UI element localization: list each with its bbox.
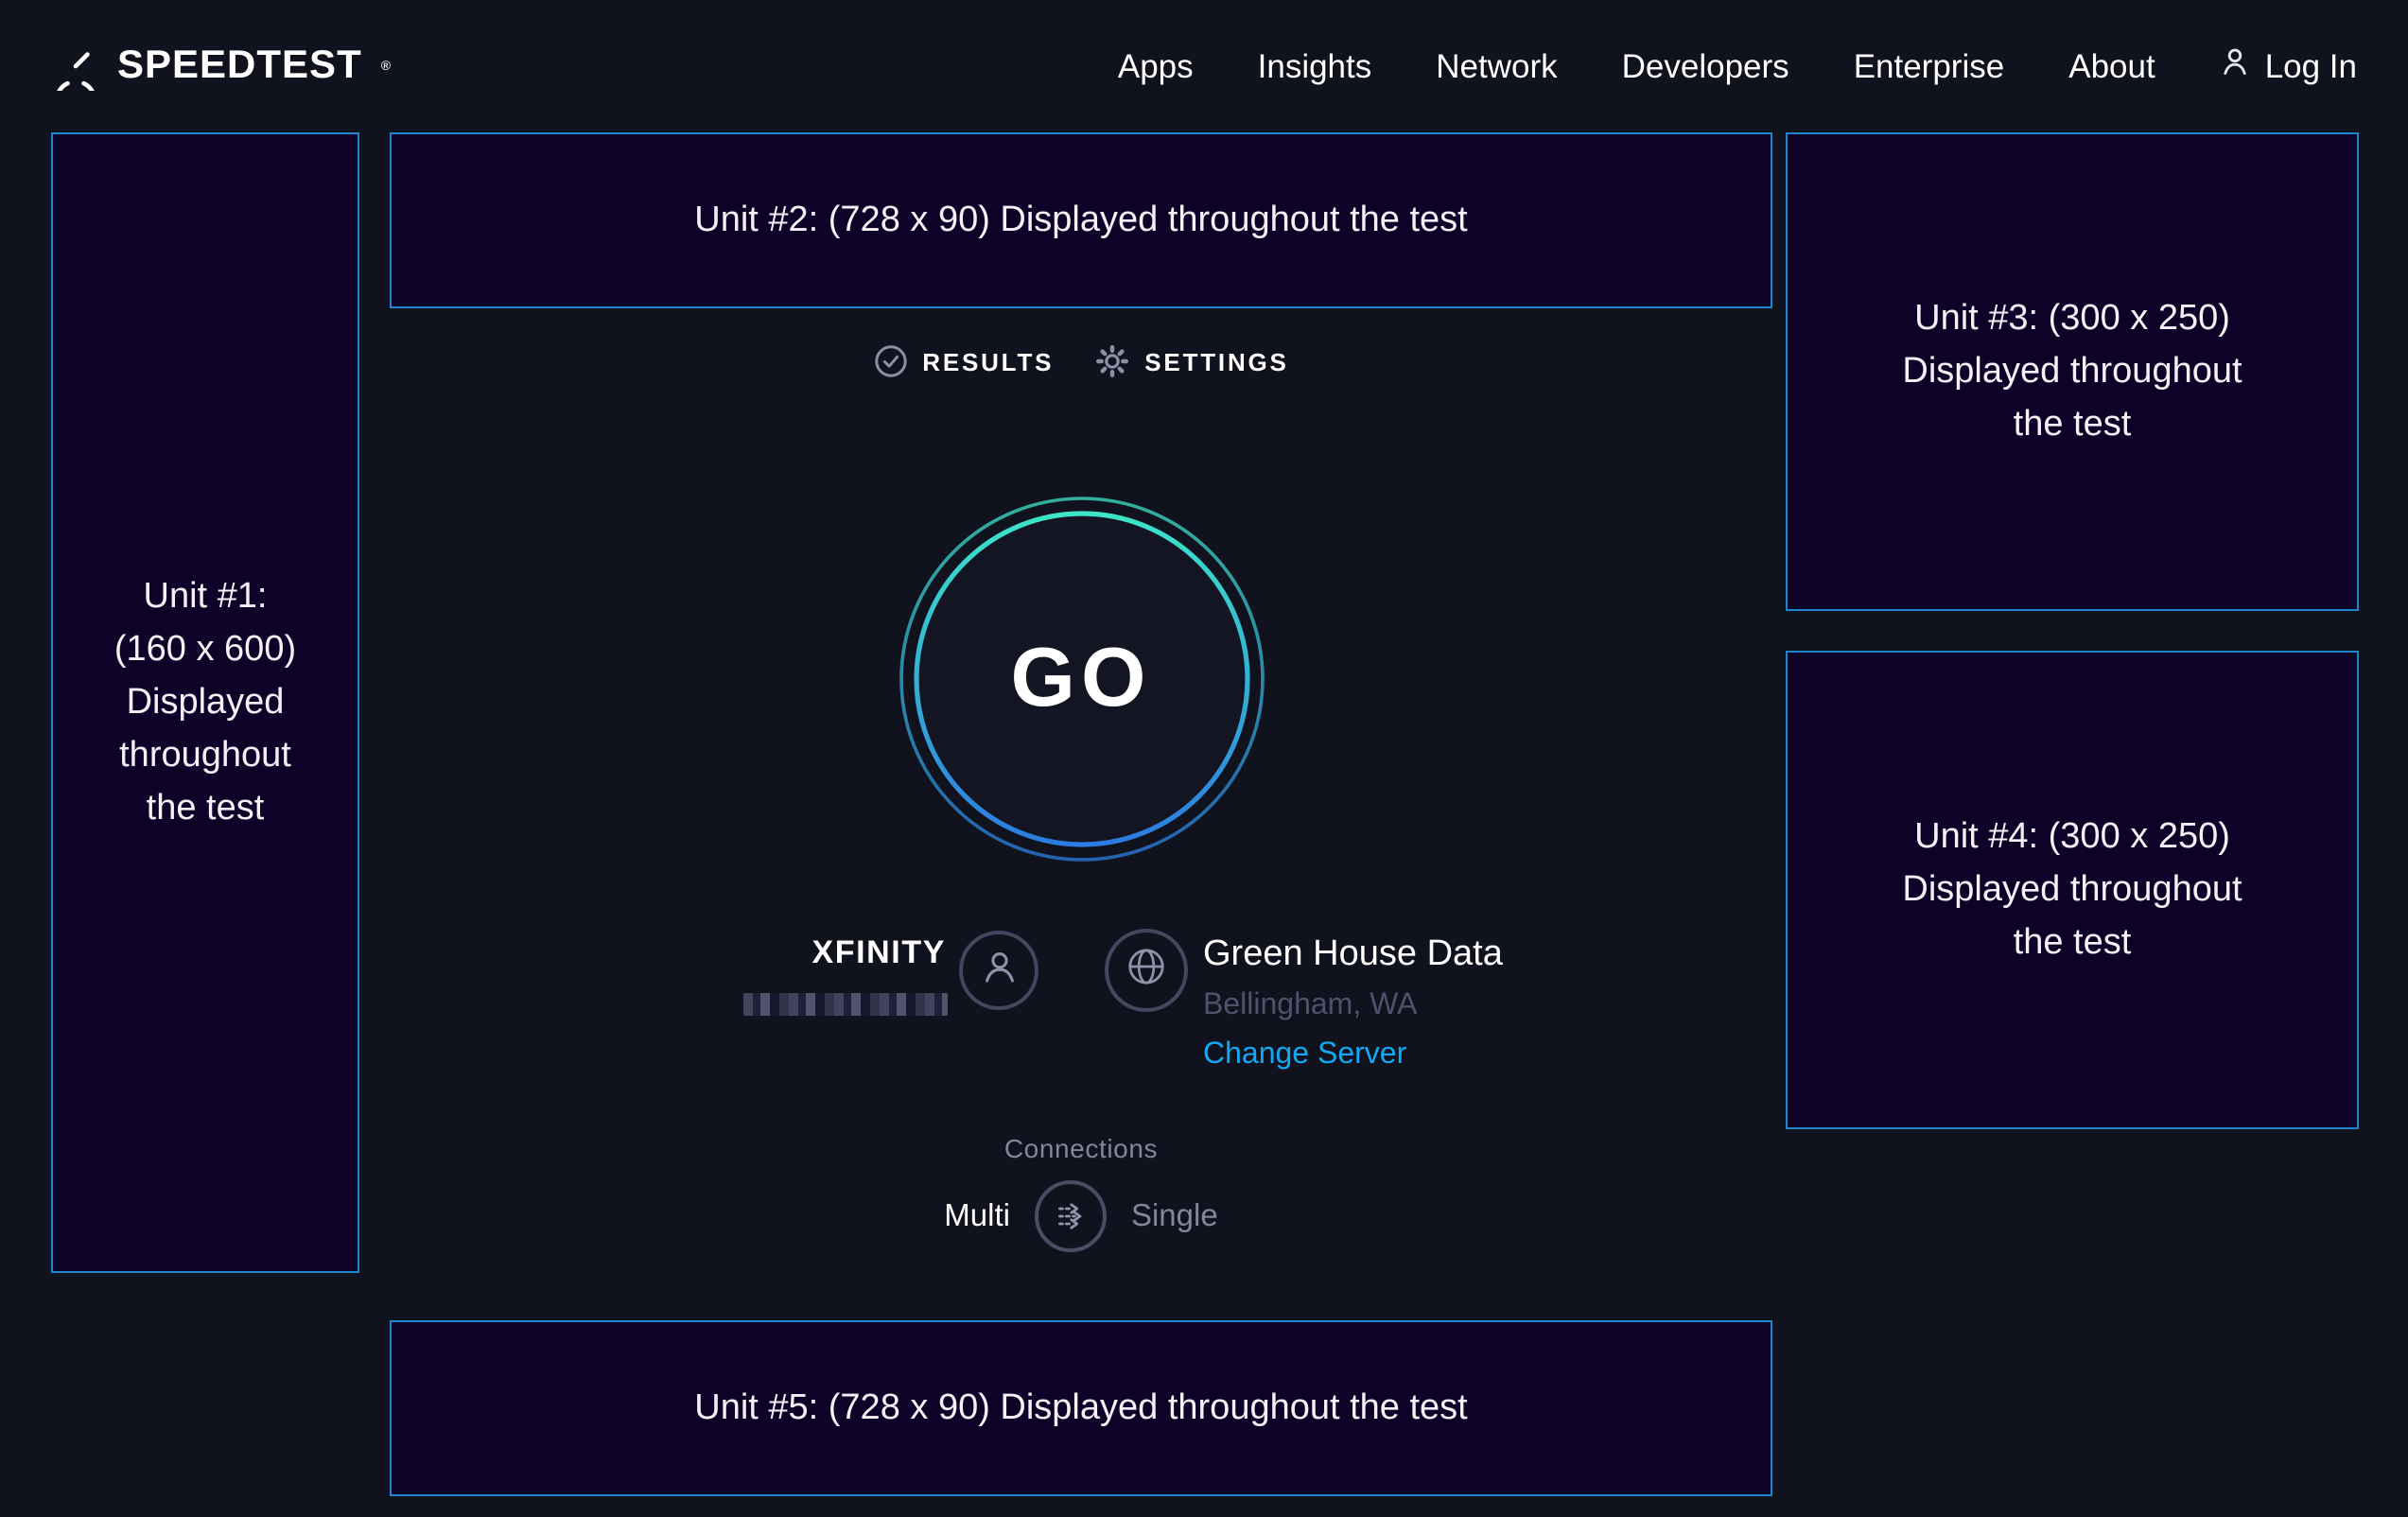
ad-text-line: (160 x 600) — [114, 623, 296, 676]
trademark-mark: ® — [381, 60, 392, 73]
gear-icon — [1095, 344, 1129, 378]
ad-text-line: the test — [2014, 398, 2132, 451]
connection-info-row: XFINITY Green — [390, 929, 1772, 1084]
user-icon — [2220, 45, 2252, 87]
nav-item-insights[interactable]: Insights — [1258, 46, 1372, 86]
person-icon — [977, 944, 1021, 997]
ad-unit-4-rectangle[interactable]: Unit #4: (300 x 250) Displayed throughou… — [1786, 651, 2359, 1129]
nav-item-developers[interactable]: Developers — [1622, 46, 1789, 86]
ad-text-line: Unit #4: (300 x 250) — [1914, 811, 2230, 863]
connections-label: Connections — [390, 1133, 1772, 1163]
multi-arrows-icon — [1050, 1195, 1091, 1237]
ad-text-line: the test — [147, 782, 265, 835]
ad-text-line: the test — [2014, 916, 2132, 969]
server-globe-circle — [1105, 929, 1188, 1012]
ad-text-line: Displayed — [127, 676, 285, 729]
nav-item-network[interactable]: Network — [1436, 46, 1557, 86]
connections-toggle-row: Multi Single — [390, 1180, 1772, 1252]
speedtest-main-panel: RESULTS — [390, 132, 1772, 1320]
nav-item-about[interactable]: About — [2068, 46, 2155, 86]
nav-item-apps[interactable]: Apps — [1118, 46, 1194, 86]
logo-text: SPEEDTEST — [117, 44, 362, 89]
ad-unit-5-leaderboard[interactable]: Unit #5: (728 x 90) Displayed throughout… — [390, 1320, 1772, 1496]
connection-mode-toggle[interactable] — [1035, 1180, 1107, 1252]
ad-text-line: Unit #1: — [144, 570, 268, 623]
speedometer-gauge-icon — [51, 42, 100, 91]
ad-unit-1-skyscraper[interactable]: Unit #1: (160 x 600) Displayed throughou… — [51, 132, 359, 1273]
go-button-label: GO — [898, 496, 1265, 863]
login-button[interactable]: Log In — [2220, 45, 2357, 87]
connections-section: Connections Multi Sin — [390, 1133, 1772, 1252]
speedtest-page: SPEEDTEST ® Apps Insights Network Develop… — [0, 0, 2408, 1517]
isp-name: XFINITY — [811, 934, 946, 972]
tab-settings-label: SETTINGS — [1144, 347, 1288, 375]
tab-settings[interactable]: SETTINGS — [1095, 344, 1288, 378]
isp-avatar-circle — [959, 931, 1038, 1010]
tab-results-label: RESULTS — [922, 347, 1054, 375]
top-nav-bar: SPEEDTEST ® Apps Insights Network Develop… — [0, 0, 2408, 132]
results-settings-tabs: RESULTS — [390, 344, 1772, 378]
check-circle-icon — [873, 344, 907, 378]
go-button[interactable]: GO — [898, 496, 1265, 863]
server-location: Bellingham, WA — [1203, 989, 1417, 1023]
nav-item-enterprise[interactable]: Enterprise — [1854, 46, 2005, 86]
server-name: Green House Data — [1203, 934, 1503, 976]
multi-connection-option[interactable]: Multi — [944, 1198, 1010, 1234]
tab-results[interactable]: RESULTS — [873, 344, 1054, 378]
redacted-ip-text — [743, 993, 948, 1016]
ad-text-line: Displayed throughout — [1902, 863, 2242, 916]
ad-text-line: Unit #3: (300 x 250) — [1914, 292, 2230, 345]
ad-unit-3-rectangle[interactable]: Unit #3: (300 x 250) Displayed throughou… — [1786, 132, 2359, 611]
change-server-link[interactable]: Change Server — [1203, 1038, 1406, 1072]
ad-text-line: Unit #5: (728 x 90) Displayed throughout… — [694, 1382, 1468, 1435]
single-connection-option[interactable]: Single — [1131, 1198, 1218, 1234]
main-nav: Apps Insights Network Developers Enterpr… — [1118, 45, 2357, 87]
globe-icon — [1124, 943, 1169, 998]
speedtest-logo[interactable]: SPEEDTEST ® — [51, 42, 392, 91]
ad-text-line: Displayed throughout — [1902, 345, 2242, 398]
ad-text-line: throughout — [119, 729, 291, 782]
login-label: Log In — [2265, 46, 2357, 86]
